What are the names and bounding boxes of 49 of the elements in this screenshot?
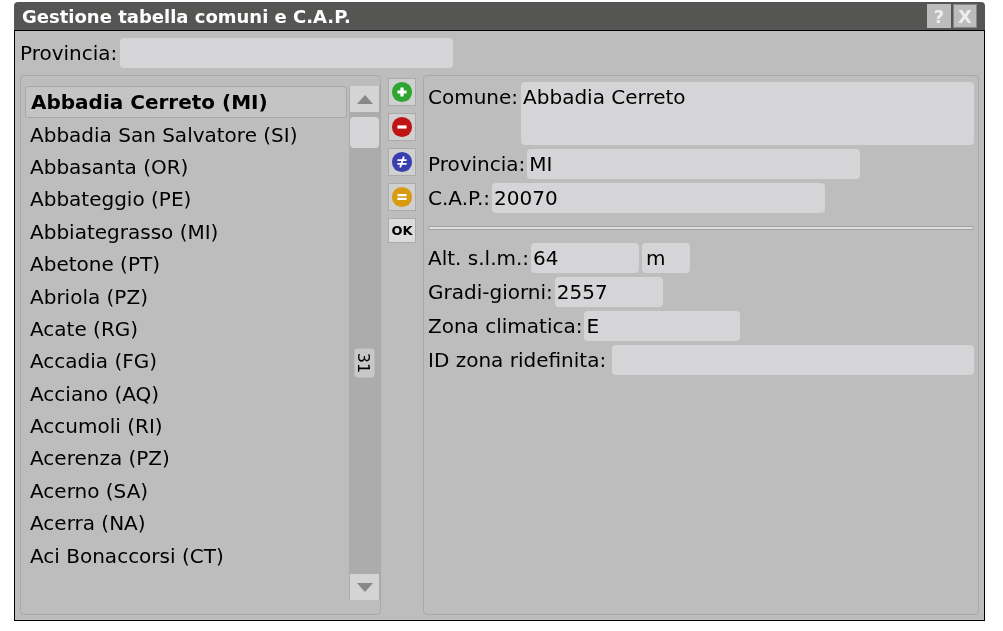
list-item[interactable]: Abetone (PT) <box>25 247 347 281</box>
scroll-position-label: 31 <box>354 348 375 378</box>
list-item[interactable]: Abbiategrasso (MI) <box>25 215 347 248</box>
provincia-label: Provincia: <box>428 151 526 178</box>
list-item[interactable]: Accadia (FG) <box>25 345 347 378</box>
list-item[interactable]: Acciano (AQ) <box>25 377 347 410</box>
zona-climatica-label: Zona climatica: <box>428 313 583 340</box>
altitude-label: Alt. s.l.m.: <box>428 245 530 272</box>
down-triangle-icon <box>356 582 373 592</box>
zona-climatica-field[interactable]: E <box>584 311 741 341</box>
list-item[interactable]: Acate (RG) <box>25 312 347 346</box>
altitude-unit: m <box>642 243 691 273</box>
cap-field[interactable]: 20070 <box>492 183 826 213</box>
altitude-field[interactable]: 64 <box>531 243 640 273</box>
list-item[interactable]: Acerno (SA) <box>25 474 347 508</box>
minus-button[interactable] <box>388 113 416 141</box>
province-filter-label: Provincia: <box>20 40 118 67</box>
comune-label: Comune: <box>428 84 519 111</box>
minus-icon <box>391 116 413 138</box>
gradi-giorni-field[interactable]: 2557 <box>554 277 663 307</box>
plus-icon <box>391 81 413 103</box>
equal-button[interactable] <box>388 183 416 211</box>
plus-button[interactable] <box>388 78 416 106</box>
list-item[interactable]: Accumoli (RI) <box>25 409 347 443</box>
cap-label: C.A.P.: <box>428 185 491 212</box>
list-item[interactable]: Abbadia San Salvatore (SI) <box>25 118 347 151</box>
up-triangle-icon <box>356 94 373 104</box>
province-filter-field[interactable] <box>120 38 454 68</box>
scroll-down-button[interactable] <box>350 574 379 600</box>
id-zona-field[interactable] <box>612 345 974 375</box>
list-item[interactable]: Abbateggio (PE) <box>25 183 347 216</box>
gradi-giorni-label: Gradi-giorni: <box>428 279 553 306</box>
comune-field[interactable]: Abbadia Cerreto <box>521 82 974 145</box>
id-zona-label: ID zona ridefinita: <box>428 347 607 374</box>
list-item[interactable]: Acerenza (PZ) <box>25 442 347 475</box>
window-title: Gestione tabella comuni e C.A.P. <box>22 4 351 29</box>
not-equal-button[interactable] <box>388 148 416 176</box>
list-item[interactable]: Abbasanta (OR) <box>25 150 347 184</box>
ok-button[interactable]: OK <box>388 218 416 243</box>
scroll-thumb[interactable] <box>350 117 379 148</box>
list-item[interactable]: Abriola (PZ) <box>25 280 347 313</box>
list-item[interactable]: Abbadia Cerreto (MI) <box>25 86 347 119</box>
provincia-field[interactable]: MI <box>527 149 861 179</box>
list-item[interactable]: Aci Bonaccorsi (CT) <box>25 539 347 572</box>
equal-icon <box>391 186 413 208</box>
not-equal-icon <box>391 151 413 173</box>
list-item[interactable]: Acerra (NA) <box>25 507 347 540</box>
scroll-up-button[interactable] <box>350 86 379 112</box>
scrollbar[interactable]: 31 <box>349 86 380 600</box>
